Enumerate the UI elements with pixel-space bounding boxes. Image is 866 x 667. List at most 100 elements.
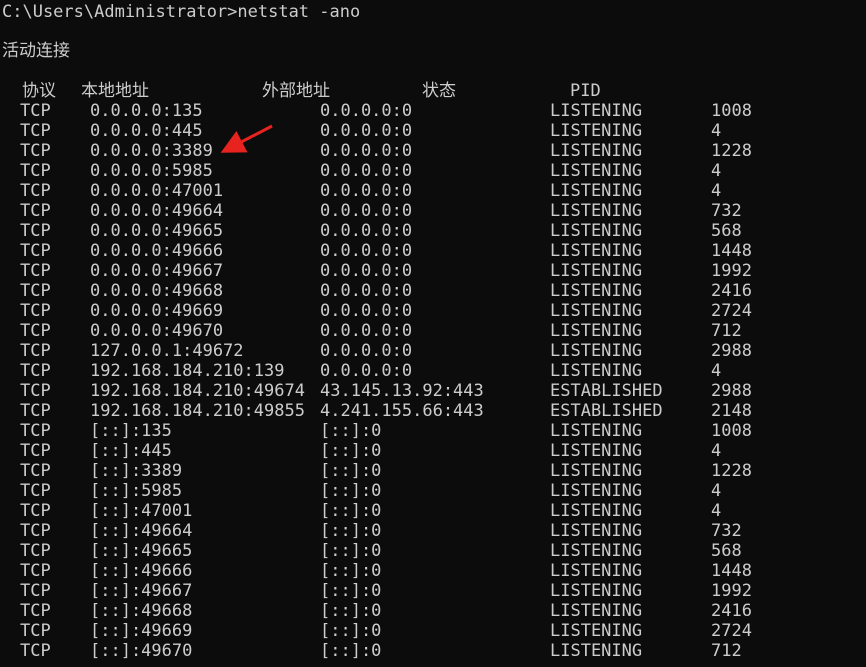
header-local-address: 本地地址 (81, 81, 149, 101)
cell-state: LISTENING (550, 181, 643, 201)
cell-state: LISTENING (550, 481, 643, 501)
table-row: TCP [::]:49665 [::]:0 LISTENING 568 (0, 541, 866, 561)
cell-local: 0.0.0.0:445 (90, 121, 203, 141)
cell-local: [::]:49665 (90, 541, 193, 561)
cell-state: ESTABLISHED (550, 401, 663, 421)
cell-proto: TCP (20, 241, 51, 261)
cell-foreign: 0.0.0.0:0 (320, 241, 413, 261)
cell-pid: 2148 (711, 401, 752, 421)
cell-pid: 568 (711, 221, 742, 241)
cell-local: 192.168.184.210:49855 (90, 401, 305, 421)
cell-pid: 1228 (711, 141, 752, 161)
cell-foreign: [::]:0 (320, 501, 382, 521)
cell-pid: 732 (711, 201, 742, 221)
cell-foreign: [::]:0 (320, 521, 382, 541)
cell-state: LISTENING (550, 261, 643, 281)
table-row: TCP 0.0.0.0:49669 0.0.0.0:0 LISTENING 2724 (0, 301, 866, 321)
cell-proto: TCP (20, 361, 51, 381)
header-state: 状态 (422, 81, 456, 101)
cell-state: LISTENING (550, 541, 643, 561)
cell-proto: TCP (20, 521, 51, 541)
cell-local: 0.0.0.0:3389 (90, 141, 213, 161)
table-row: TCP 0.0.0.0:49666 0.0.0.0:0 LISTENING 1448 (0, 241, 866, 261)
cell-pid: 2416 (711, 601, 752, 621)
cell-proto: TCP (20, 261, 51, 281)
cell-local: [::]:49667 (90, 581, 193, 601)
cell-proto: TCP (20, 381, 51, 401)
cell-pid: 4 (711, 441, 722, 461)
cell-pid: 4 (711, 501, 722, 521)
table-row: TCP [::]:49670 [::]:0 LISTENING 712 (0, 641, 866, 661)
cell-proto: TCP (20, 341, 51, 361)
cell-foreign: 0.0.0.0:0 (320, 181, 413, 201)
cell-pid: 732 (711, 521, 742, 541)
cell-state: LISTENING (550, 521, 643, 541)
table-row: TCP 0.0.0.0:135 0.0.0.0:0 LISTENING 1008 (0, 101, 866, 121)
cell-proto: TCP (20, 121, 51, 141)
cell-foreign: [::]:0 (320, 421, 382, 441)
cell-foreign: 0.0.0.0:0 (320, 141, 413, 161)
cell-pid: 1992 (711, 581, 752, 601)
cell-foreign: [::]:0 (320, 561, 382, 581)
cell-pid: 1228 (711, 461, 752, 481)
cell-foreign: 0.0.0.0:0 (320, 161, 413, 181)
cell-state: ESTABLISHED (550, 381, 663, 401)
cell-proto: TCP (20, 541, 51, 561)
table-row: TCP [::]:49667 [::]:0 LISTENING 1992 (0, 581, 866, 601)
cell-proto: TCP (20, 581, 51, 601)
cell-proto: TCP (20, 561, 51, 581)
cell-pid: 2416 (711, 281, 752, 301)
cell-local: [::]:49664 (90, 521, 193, 541)
cell-foreign: 0.0.0.0:0 (320, 261, 413, 281)
cell-state: LISTENING (550, 101, 643, 121)
cell-local: 0.0.0.0:49667 (90, 261, 224, 281)
cell-state: LISTENING (550, 121, 643, 141)
table-row: TCP 0.0.0.0:49670 0.0.0.0:0 LISTENING 712 (0, 321, 866, 341)
cell-foreign: 43.145.13.92:443 (320, 381, 484, 401)
cell-foreign: [::]:0 (320, 641, 382, 661)
cell-local: [::]:445 (90, 441, 172, 461)
cell-proto: TCP (20, 321, 51, 341)
table-row: TCP [::]:3389 [::]:0 LISTENING 1228 (0, 461, 866, 481)
table-row: TCP [::]:49664 [::]:0 LISTENING 732 (0, 521, 866, 541)
cell-proto: TCP (20, 401, 51, 421)
cell-foreign: [::]:0 (320, 581, 382, 601)
cell-proto: TCP (20, 441, 51, 461)
cell-proto: TCP (20, 421, 51, 441)
cell-state: LISTENING (550, 241, 643, 261)
cell-foreign: [::]:0 (320, 441, 382, 461)
cell-local: [::]:49666 (90, 561, 193, 581)
cell-pid: 568 (711, 541, 742, 561)
cell-state: LISTENING (550, 141, 643, 161)
table-row: TCP 0.0.0.0:49668 0.0.0.0:0 LISTENING 2416 (0, 281, 866, 301)
cell-state: LISTENING (550, 361, 643, 381)
table-row: TCP [::]:49669 [::]:0 LISTENING 2724 (0, 621, 866, 641)
table-row: TCP 192.168.184.210:49855 4.241.155.66:443… (0, 401, 866, 421)
cell-state: LISTENING (550, 601, 643, 621)
cell-foreign: [::]:0 (320, 621, 382, 641)
cell-pid: 1992 (711, 261, 752, 281)
header-proto: 协议 (22, 81, 56, 101)
cell-pid: 4 (711, 481, 722, 501)
cell-state: LISTENING (550, 281, 643, 301)
cell-local: [::]:5985 (90, 481, 183, 501)
table-row: TCP 127.0.0.1:49672 0.0.0.0:0 LISTENING 2988 (0, 341, 866, 361)
cell-pid: 4 (711, 121, 722, 141)
cell-pid: 2988 (711, 381, 752, 401)
cell-pid: 1008 (711, 101, 752, 121)
cell-local: [::]:135 (90, 421, 172, 441)
table-row: TCP [::]:49666 [::]:0 LISTENING 1448 (0, 561, 866, 581)
command-prompt-line: C:\Users\Administrator>netstat -ano (2, 2, 361, 22)
header-foreign-address: 外部地址 (262, 81, 330, 101)
table-row: TCP 0.0.0.0:5985 0.0.0.0:0 LISTENING 4 (0, 161, 866, 181)
cell-state: LISTENING (550, 221, 643, 241)
cell-proto: TCP (20, 201, 51, 221)
cell-local: 0.0.0.0:5985 (90, 161, 213, 181)
cell-pid: 4 (711, 181, 722, 201)
cell-foreign: 0.0.0.0:0 (320, 201, 413, 221)
cell-pid: 1448 (711, 561, 752, 581)
cell-proto: TCP (20, 501, 51, 521)
cell-local: 0.0.0.0:49665 (90, 221, 224, 241)
cell-local: [::]:49670 (90, 641, 193, 661)
cell-proto: TCP (20, 481, 51, 501)
